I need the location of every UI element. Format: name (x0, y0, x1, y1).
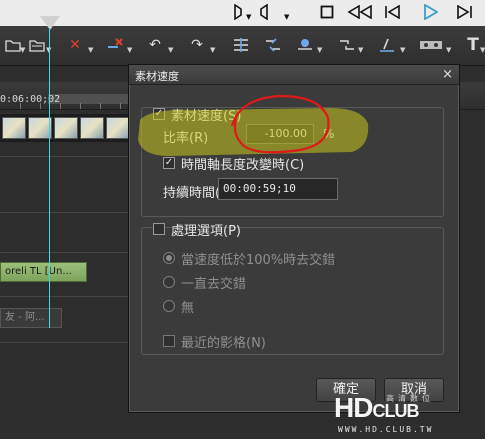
ruler-tick (80, 103, 81, 109)
track-divider (0, 252, 140, 253)
check-icon: ✓ (154, 108, 164, 119)
cut-edit-icon[interactable] (262, 35, 284, 55)
clip-thumbnail (80, 117, 104, 139)
delete-icon[interactable]: ✕ (64, 35, 86, 55)
close-icon[interactable]: × (442, 67, 453, 82)
tape-icon[interactable] (418, 35, 444, 55)
timeline-length-checkbox[interactable]: ✓ (163, 157, 175, 169)
process-options-label: 處理選項(P) (171, 224, 241, 239)
deinterlace-always-radio[interactable] (163, 276, 175, 288)
track-divider (0, 156, 140, 157)
none-radio[interactable] (163, 300, 175, 312)
ruler-tick (20, 103, 21, 109)
redo-icon[interactable]: ↷ (186, 35, 208, 55)
chevron-down-icon[interactable]: ▼ (284, 13, 289, 21)
timeline-length-label: 時間軸長度改變時(C) (181, 158, 305, 173)
step-forward-icon[interactable] (455, 3, 475, 21)
deinterlace-slow-radio[interactable] (163, 252, 175, 264)
chevron-down-icon[interactable]: ▼ (446, 46, 451, 54)
mark-out-icon[interactable] (258, 3, 270, 21)
mark-in-icon[interactable] (232, 3, 244, 21)
speed-checkbox-label: 素材速度(S) (171, 109, 242, 124)
clip-thumbnail (2, 117, 26, 139)
ruler-tick (120, 103, 121, 109)
ratio-label: 比率(R) (163, 131, 209, 146)
open-folder-icon[interactable] (26, 35, 48, 55)
clip-thumbnail (106, 117, 130, 139)
audio-clip-ghost[interactable]: 友 - 阿... (0, 308, 62, 328)
chevron-down-icon[interactable]: ▼ (20, 46, 25, 54)
track-divider (0, 212, 140, 213)
audio-clip[interactable]: oreli TL [Un... (0, 262, 87, 282)
nearest-frame-label: 最近的影格(N) (181, 336, 266, 351)
deinterlace-always-label: 一直去交錯 (181, 277, 247, 292)
ratio-unit: % (323, 127, 335, 141)
undo-icon[interactable]: ↶ (144, 35, 166, 55)
video-clip-thumbnails[interactable] (0, 114, 140, 142)
chevron-down-icon[interactable]: ▼ (127, 46, 132, 54)
playhead-handle[interactable] (40, 16, 60, 30)
clip-thumbnail (54, 117, 78, 139)
nearest-frame-checkbox[interactable] (163, 335, 175, 347)
ripple-delete-icon[interactable] (104, 35, 126, 55)
deinterlace-slow-label: 當速度低於100%時去交錯 (181, 253, 336, 268)
dialog-title: 素材速度 (135, 70, 179, 83)
chevron-down-icon[interactable]: ▼ (358, 46, 363, 54)
chevron-down-icon[interactable]: ▼ (400, 46, 405, 54)
process-options-checkbox[interactable] (153, 223, 165, 235)
chevron-down-icon[interactable]: ▼ (317, 46, 322, 54)
edit-toolbar: ▼ ▼ ✕ ▼ ▼ ↶ ▼ ↷ ▼ ▼ ▼ ▼ ▼ T ▼ (0, 26, 485, 66)
speed-checkbox[interactable]: ✓ (153, 108, 165, 120)
ruler-timecode: 0:06:00;02 (0, 94, 61, 105)
dialog-titlebar[interactable]: 素材速度 × (129, 65, 459, 85)
chevron-down-icon[interactable]: ▼ (210, 46, 215, 54)
playhead-line (49, 28, 50, 328)
rewind-icon[interactable] (346, 3, 374, 21)
color-adjust-icon[interactable] (376, 35, 398, 55)
duration-input[interactable]: 00:00:59;10 (218, 178, 338, 200)
transport-bar: ▼ ▼ (0, 0, 485, 26)
site-watermark: HDCLUB 高清數位 WWW.HD.CLUB.TW (330, 393, 485, 439)
link-icon[interactable] (336, 35, 358, 55)
play-icon[interactable] (420, 3, 440, 21)
chevron-down-icon[interactable]: ▼ (480, 46, 485, 54)
chevron-down-icon[interactable]: ▼ (88, 46, 93, 54)
marker-icon[interactable] (294, 35, 316, 55)
ruler-tick (60, 103, 61, 109)
ruler-tick (100, 103, 101, 109)
check-icon: ✓ (164, 157, 174, 168)
ruler-tick (40, 103, 41, 109)
stop-icon[interactable] (318, 3, 336, 21)
clip-speed-dialog: 素材速度 × ✓ 素材速度(S) 比率(R) -100.00 % ✓ 時間軸長度… (128, 64, 460, 413)
watermark-url: WWW.HD.CLUB.TW (338, 425, 434, 434)
step-back-icon[interactable] (382, 3, 402, 21)
watermark-subtitle: 高清數位 (386, 394, 434, 403)
add-cut-icon[interactable] (230, 35, 252, 55)
none-label: 無 (181, 301, 195, 316)
track-divider (0, 342, 140, 343)
chevron-down-icon[interactable]: ▼ (168, 46, 173, 54)
track-divider (0, 296, 140, 297)
chevron-down-icon[interactable]: ▼ (246, 13, 251, 21)
ratio-input[interactable]: -100.00 (246, 124, 314, 144)
